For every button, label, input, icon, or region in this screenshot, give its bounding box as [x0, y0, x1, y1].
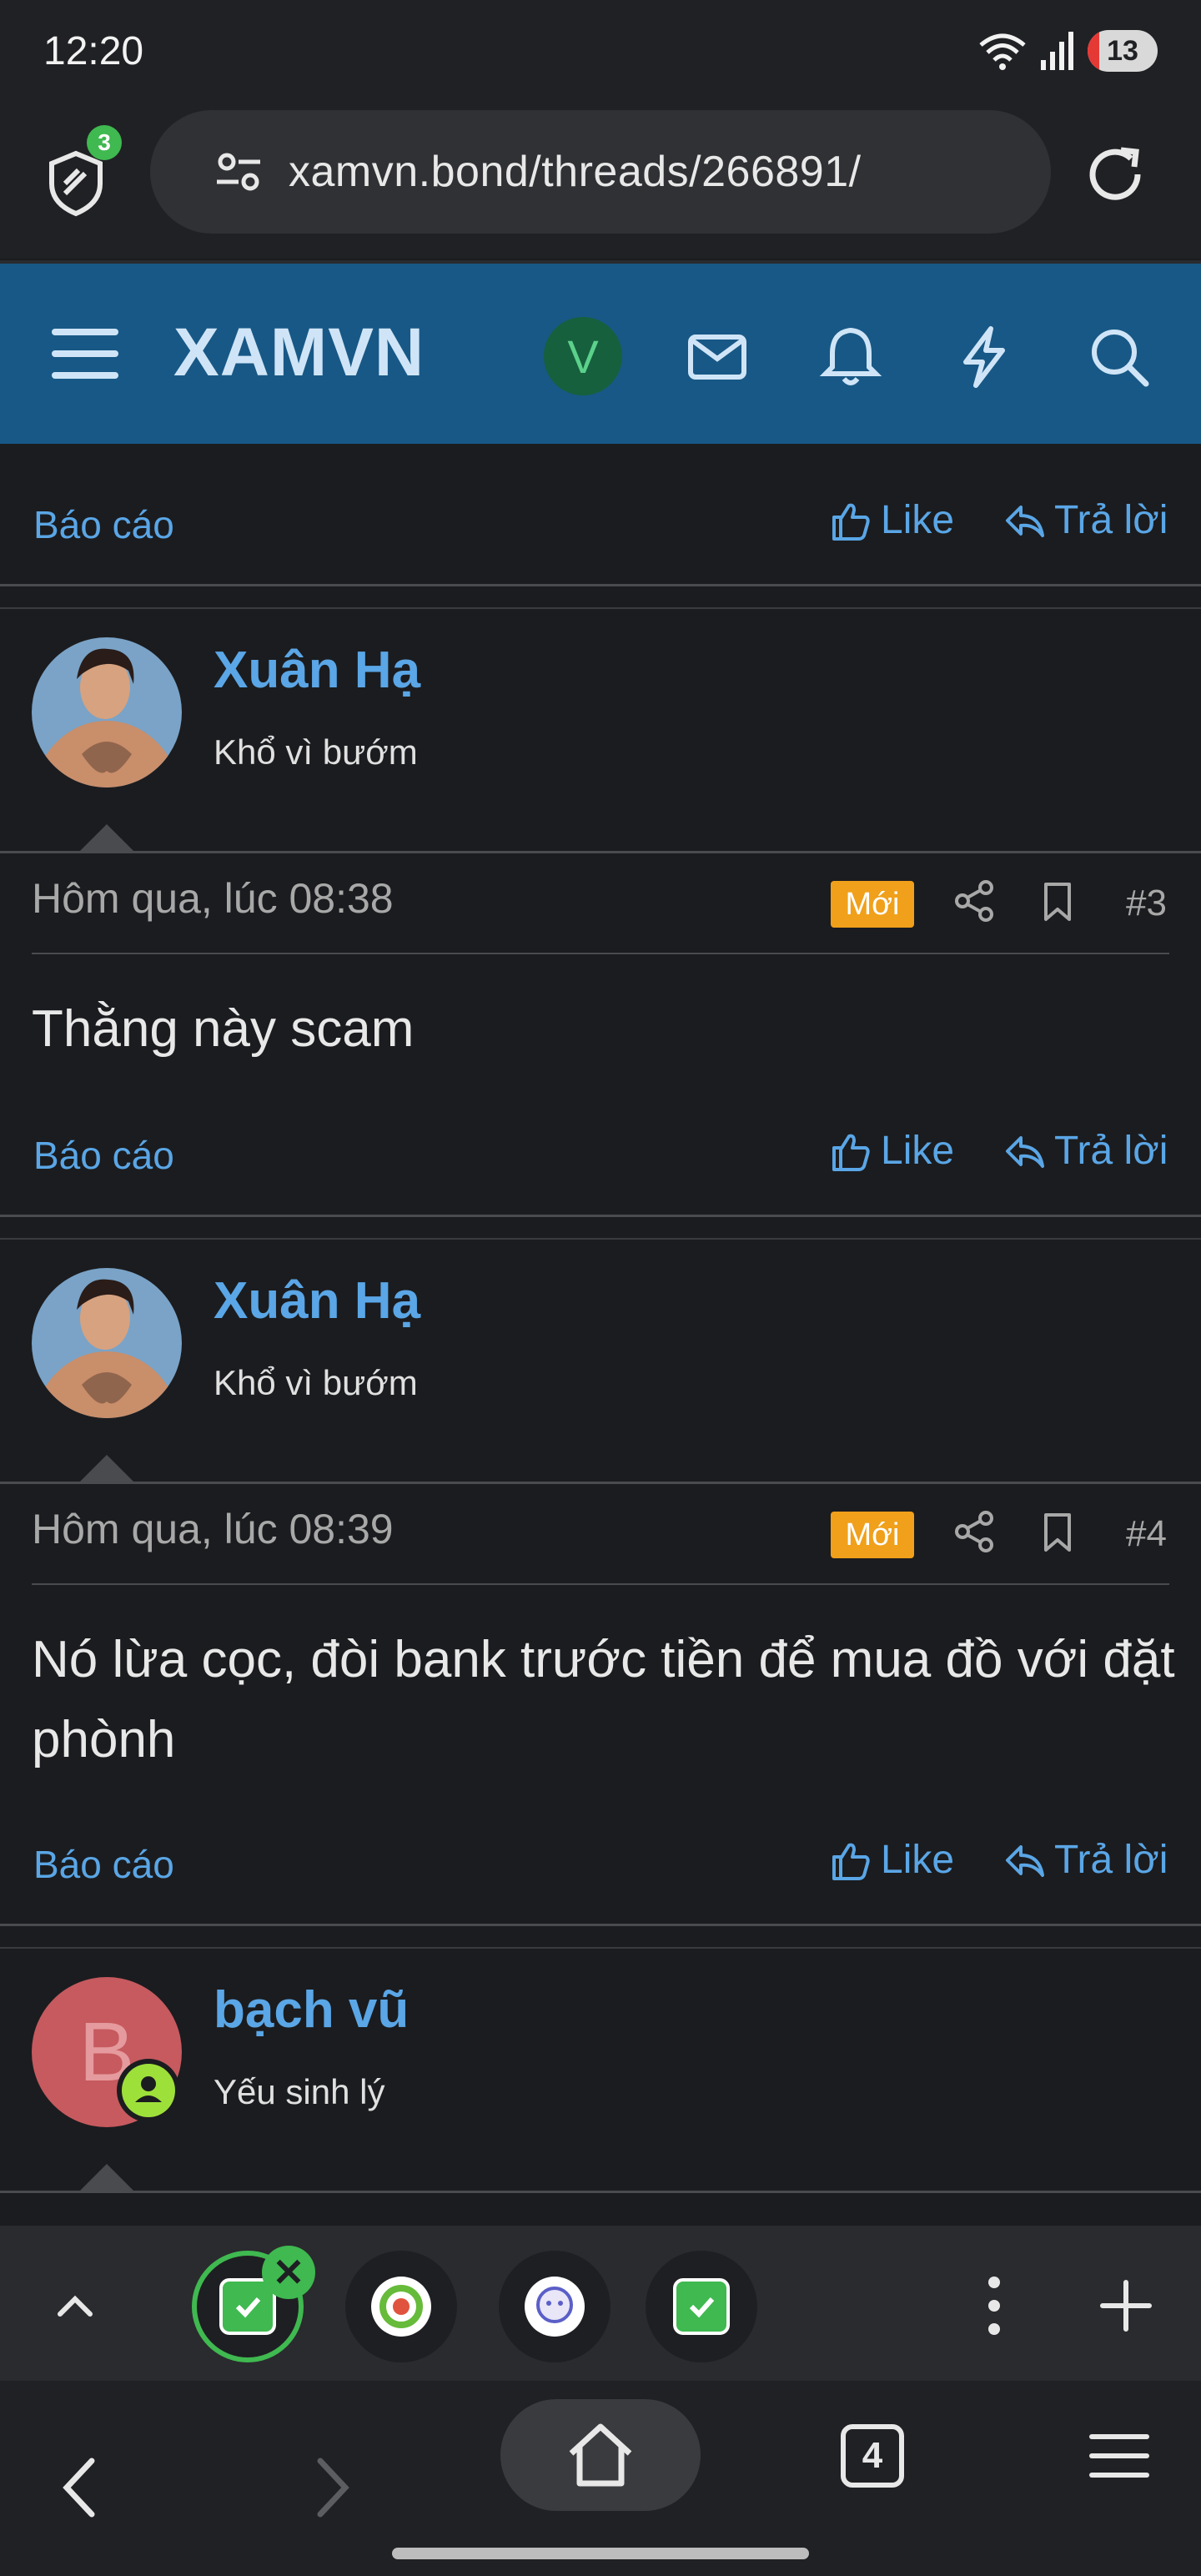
username[interactable]: Xuân Hạ [214, 641, 420, 700]
search-icon[interactable] [1086, 324, 1153, 390]
site-logo[interactable]: XAMVN [173, 314, 425, 392]
post-meta: Hôm qua, lúc 08:39 Mới #4 [0, 1490, 1201, 1585]
message-pointer [78, 824, 135, 853]
post-divider [0, 584, 1201, 586]
check-icon [673, 2278, 730, 2335]
site-header: XAMVN V [0, 260, 1201, 444]
bell-icon[interactable] [817, 324, 884, 390]
battery-indicator: 13 [1088, 30, 1158, 72]
chevron-up-icon[interactable] [52, 2284, 98, 2331]
post-divider [0, 1215, 1201, 1217]
username[interactable]: bạch vũ [214, 1980, 409, 2040]
thumbs-up-icon [832, 503, 870, 541]
avatar[interactable] [32, 637, 182, 787]
reply-button[interactable]: Trả lời [1003, 1128, 1168, 1174]
close-tab-button[interactable]: ✕ [262, 2246, 315, 2299]
online-status-icon [117, 2059, 180, 2122]
url-bar[interactable]: xamvn.bond/threads/266891/ [150, 110, 1051, 234]
site-settings-icon[interactable] [214, 147, 264, 197]
reply-icon [1006, 1844, 1044, 1877]
site-favicon-icon [525, 2277, 585, 2337]
new-badge: Mới [831, 1512, 914, 1558]
bookmark-icon[interactable] [1034, 878, 1081, 924]
home-icon [569, 2423, 632, 2487]
new-badge: Mới [831, 881, 914, 928]
post-user-block: Xuân Hạ Khổ vì bướm [0, 607, 1201, 858]
post-date[interactable]: Hôm qua, lúc 08:39 [32, 1505, 394, 1553]
user-title: Yếu sinh lý [214, 2072, 385, 2111]
avatar[interactable] [32, 1268, 182, 1418]
tab-thumbnail[interactable] [646, 2251, 757, 2362]
thumbs-up-icon [832, 1134, 870, 1171]
menu-icon[interactable] [1089, 2431, 1149, 2481]
post-meta: Hôm qua, lúc 08:38 Mới #3 [0, 859, 1201, 954]
tab-thumbnail[interactable] [345, 2251, 457, 2362]
shield-icon[interactable] [47, 150, 105, 217]
post-user-block: Xuân Hạ Khổ vì bướm [0, 1238, 1201, 1488]
message-pointer [78, 2164, 135, 2192]
bolt-icon[interactable] [951, 324, 1018, 390]
forward-icon[interactable] [307, 2454, 357, 2521]
post-actions: Báo cáo Like Trả lời [0, 1116, 1201, 1191]
share-icon[interactable] [951, 878, 997, 924]
status-icons: 13 [977, 30, 1158, 72]
thumbs-up-icon [832, 1843, 870, 1880]
post-divider [0, 1482, 1201, 1484]
mail-icon[interactable] [684, 324, 751, 390]
wifi-icon [979, 33, 1026, 70]
reply-button[interactable]: Trả lời [1003, 1837, 1168, 1883]
meta-divider [32, 1583, 1169, 1585]
user-title: Khổ vì bướm [214, 1363, 418, 1402]
signal-icon [1041, 32, 1073, 70]
url-text: xamvn.bond/threads/266891/ [289, 148, 862, 196]
message-pointer [78, 1455, 135, 1483]
like-button[interactable]: Like [829, 1837, 954, 1883]
post-divider [0, 2191, 1201, 2193]
gesture-bar[interactable] [392, 2548, 809, 2559]
share-icon[interactable] [951, 1508, 997, 1555]
user-title: Khổ vì bướm [214, 732, 418, 772]
report-link[interactable]: Báo cáo [33, 1842, 174, 1887]
reply-icon [1006, 1135, 1044, 1168]
back-icon[interactable] [55, 2454, 105, 2521]
post-number[interactable]: #4 [1126, 1513, 1167, 1555]
new-tab-icon[interactable] [1099, 2279, 1153, 2332]
bookmark-icon[interactable] [1034, 1508, 1081, 1555]
report-link[interactable]: Báo cáo [33, 1133, 174, 1178]
status-bar: 12:20 13 [0, 0, 1201, 108]
tab-strip: ✕ [0, 2226, 1201, 2381]
home-button[interactable] [500, 2399, 701, 2511]
post-date[interactable]: Hôm qua, lúc 08:38 [32, 874, 394, 923]
hamburger-icon[interactable] [52, 327, 118, 380]
reply-button[interactable]: Trả lời [1003, 497, 1168, 543]
post-actions: Báo cáo Like Trả lời [0, 1825, 1201, 1900]
tab-switcher-button[interactable]: 4 [841, 2424, 904, 2488]
post-divider [0, 851, 1201, 853]
reload-icon[interactable] [1083, 142, 1148, 207]
post-body: Nó lừa cọc, đòi bank trước tiền để mua đ… [32, 1631, 1175, 1768]
browser-toolbar: 3 xamvn.bond/threads/266891/ [0, 108, 1201, 259]
report-link[interactable]: Báo cáo [33, 502, 174, 547]
post-number[interactable]: #3 [1126, 883, 1167, 924]
user-avatar[interactable]: V [544, 317, 622, 395]
reply-icon [1006, 505, 1044, 537]
like-button[interactable]: Like [829, 497, 954, 543]
username[interactable]: Xuân Hạ [214, 1271, 420, 1331]
more-vert-icon[interactable] [981, 2272, 1008, 2339]
post-user-block: B bạch vũ Yếu sinh lý [0, 1947, 1201, 2197]
meta-divider [32, 953, 1169, 954]
post-divider [0, 1924, 1201, 1926]
status-time: 12:20 [43, 29, 144, 73]
like-button[interactable]: Like [829, 1128, 954, 1174]
post-actions: Báo cáo Like Trả lời [0, 486, 1201, 561]
tab-thumbnail[interactable] [499, 2251, 611, 2362]
site-favicon-icon [371, 2277, 431, 2337]
post-body: Thằng này scam [32, 1000, 415, 1058]
shield-count-badge: 3 [87, 125, 122, 160]
bottom-navigation: 4 [0, 2381, 1201, 2576]
